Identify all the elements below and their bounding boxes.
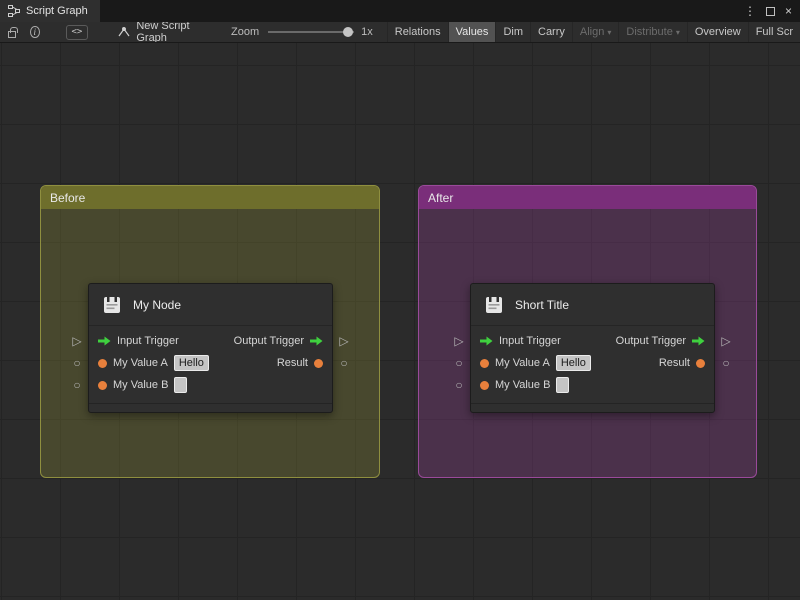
trigger-out-icon[interactable]	[310, 336, 323, 346]
value-port-icon[interactable]	[696, 358, 705, 368]
port-row: Input Trigger Output Trigger	[471, 330, 714, 352]
toolbar-buttons: Relations Values Dim Carry Align ▾ Distri…	[386, 22, 800, 42]
new-script-graph-button[interactable]: New Script Graph	[118, 22, 197, 43]
dim-button[interactable]: Dim	[495, 22, 530, 42]
port-row: My Value A Hello Result	[471, 352, 714, 374]
tab-bar: Script Graph ⋮ ×	[0, 0, 800, 22]
tab-title: Script Graph	[26, 5, 88, 17]
zoom-slider[interactable]	[268, 27, 355, 37]
value-port-icon[interactable]	[98, 380, 107, 390]
node-short-title[interactable]: Short Title Input Trigger Output Trigger	[454, 283, 731, 413]
chevron-down-icon: ▾	[607, 27, 612, 37]
zoom-slider-handle[interactable]	[343, 27, 354, 37]
close-icon[interactable]: ×	[785, 5, 792, 17]
maximize-icon[interactable]	[765, 6, 775, 16]
port-row: My Value B	[89, 374, 332, 396]
window-controls: ⋮ ×	[744, 0, 800, 22]
external-trigger-in-port[interactable]: ▷	[70, 334, 84, 348]
value-port-icon[interactable]	[480, 380, 489, 390]
external-value-port[interactable]: ○	[452, 356, 466, 370]
zoom-label: Zoom	[231, 26, 260, 38]
port-row: My Value A Hello Result	[89, 352, 332, 374]
node-title: Short Title	[515, 297, 570, 312]
new-graph-label: New Script Graph	[136, 22, 190, 43]
node-header[interactable]: My Node	[89, 284, 332, 326]
graph-toolbar: i <> New Script Graph Zoom 1x Relations …	[0, 22, 800, 43]
external-trigger-in-port[interactable]: ▷	[452, 334, 466, 348]
trigger-out-icon[interactable]	[692, 336, 705, 346]
zoom-value: 1x	[361, 26, 373, 38]
node-title: My Node	[133, 297, 182, 312]
info-icon[interactable]: i	[30, 26, 40, 38]
tab-script-graph[interactable]: Script Graph	[0, 0, 100, 22]
node-ports: Input Trigger Output Trigger My Value A …	[89, 326, 332, 398]
node-header[interactable]: Short Title	[471, 284, 714, 326]
group-before-header[interactable]: Before	[41, 186, 379, 209]
overview-button[interactable]: Overview	[686, 22, 748, 42]
values-button[interactable]: Values	[447, 22, 496, 42]
value-a-input[interactable]: Hello	[555, 355, 591, 371]
external-value-port[interactable]: ○	[70, 378, 84, 392]
relations-button[interactable]: Relations	[386, 22, 448, 42]
node-my-node[interactable]: My Node Input Trigger Output Trigger My …	[72, 283, 349, 413]
value-port-icon[interactable]	[480, 358, 489, 368]
value-b-input[interactable]	[556, 377, 570, 393]
align-dropdown[interactable]: Align ▾	[571, 22, 618, 42]
node-footer	[471, 403, 714, 412]
port-row: Input Trigger Output Trigger	[89, 330, 332, 352]
value-port-icon[interactable]	[314, 358, 323, 368]
fullscreen-button[interactable]: Full Scr	[747, 22, 800, 42]
zoom-control: Zoom 1x	[231, 26, 373, 38]
group-after-header[interactable]: After	[419, 186, 756, 209]
node-footer	[89, 403, 332, 412]
chevron-down-icon: ▾	[675, 27, 680, 37]
trigger-in-icon[interactable]	[98, 336, 111, 346]
carry-button[interactable]: Carry	[530, 22, 572, 42]
external-value-port[interactable]: ○	[719, 356, 733, 370]
code-view-button[interactable]: <>	[65, 24, 89, 40]
trigger-in-icon[interactable]	[480, 336, 493, 346]
lock-icon[interactable]	[8, 26, 18, 38]
script-graph-window: Script Graph ⋮ × i <> New Script Graph Z…	[0, 0, 800, 600]
value-b-input[interactable]	[174, 377, 188, 393]
graph-canvas[interactable]: Before My Node Input Trigger Output Trig…	[0, 43, 800, 600]
group-before[interactable]: Before My Node Input Trigger Output Trig…	[40, 185, 380, 478]
external-value-port[interactable]: ○	[452, 378, 466, 392]
value-a-input[interactable]: Hello	[173, 355, 209, 371]
value-port-icon[interactable]	[98, 358, 107, 368]
external-value-port[interactable]: ○	[337, 356, 351, 370]
script-graph-tab-icon	[8, 5, 20, 17]
distribute-dropdown[interactable]: Distribute ▾	[618, 22, 686, 42]
external-trigger-out-port[interactable]: ▷	[719, 334, 733, 348]
external-value-port[interactable]: ○	[70, 356, 84, 370]
group-after[interactable]: After Short Title Input Trigger Output T…	[418, 185, 757, 478]
group-before-label: Before	[50, 190, 86, 205]
new-graph-icon	[118, 26, 130, 38]
unit-icon	[483, 294, 505, 316]
unit-icon	[101, 294, 123, 316]
port-row: My Value B	[471, 374, 714, 396]
menu-kebab-icon[interactable]: ⋮	[744, 5, 756, 17]
group-after-label: After	[428, 190, 454, 205]
external-trigger-out-port[interactable]: ▷	[337, 334, 351, 348]
node-ports: Input Trigger Output Trigger My Value A …	[471, 326, 714, 398]
